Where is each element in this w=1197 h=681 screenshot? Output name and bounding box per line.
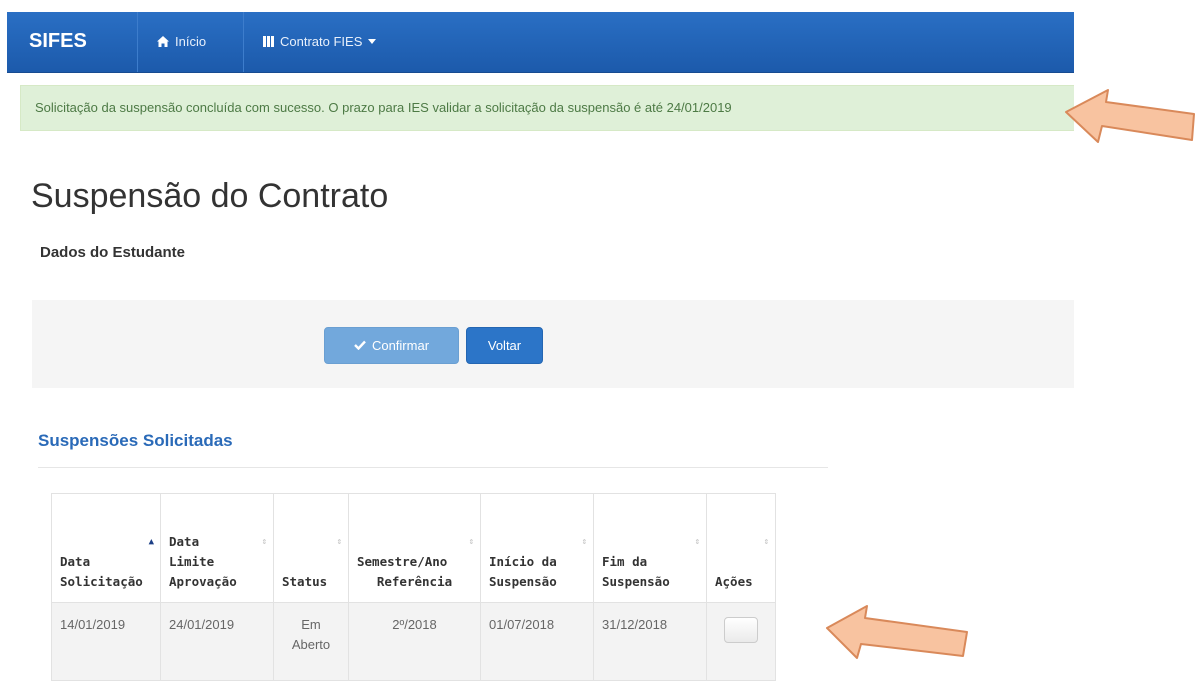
caret-down-icon (368, 39, 377, 44)
header-text: Suspensão (602, 574, 670, 589)
back-button-label: Voltar (487, 338, 522, 353)
success-alert: Solicitação da suspensão concluída com s… (20, 85, 1074, 131)
table-row: 14/01/2019 24/01/2019 Em Aberto 2º/2018 … (51, 602, 776, 681)
brand-logo[interactable]: SIFES (29, 30, 87, 53)
header-text: Fim da (602, 554, 648, 569)
nav-home-label: Início (175, 34, 207, 49)
annotation-arrow-icon (826, 605, 968, 659)
header-text: Aprovação (169, 574, 237, 589)
action-panel (32, 300, 1074, 388)
header-text: Solicitação (60, 574, 143, 589)
sort-icon[interactable]: ⇕ (262, 532, 267, 552)
confirm-button[interactable]: Confirmar (324, 327, 459, 364)
nav-contract-dropdown[interactable]: Contrato FIES (263, 34, 377, 49)
header-text: Data (169, 534, 200, 549)
column-header-inicio[interactable]: Início da Suspensão ⇕ (480, 493, 594, 603)
sort-icon[interactable]: ⇕ (582, 532, 587, 552)
requests-table-wrapper: Data Solicitação ▲ Data Limite Aprovação… (51, 493, 776, 681)
columns-icon (263, 36, 274, 47)
header-text: Limite (169, 554, 215, 569)
success-alert-message: Solicitação da suspensão concluída com s… (35, 100, 732, 115)
annotation-arrow-icon (1065, 89, 1195, 143)
header-text: Semestre/Ano (357, 554, 448, 569)
nav-home-link[interactable]: Início (157, 34, 206, 49)
column-header-data-limite[interactable]: Data Limite Aprovação ⇕ (160, 493, 274, 603)
header-text: Data (60, 554, 91, 569)
cell-fim: 31/12/2018 (593, 602, 707, 681)
back-button[interactable]: Voltar (466, 327, 543, 364)
table-header-row: Data Solicitação ▲ Data Limite Aprovação… (51, 493, 776, 603)
header-text: Suspensão (489, 574, 557, 589)
nav-divider (137, 12, 138, 72)
sort-icon[interactable]: ⇕ (695, 532, 700, 552)
sort-icon[interactable]: ⇕ (469, 532, 474, 552)
check-icon (354, 338, 366, 353)
nav-contract-label: Contrato FIES (280, 34, 363, 49)
page-title: Suspensão do Contrato (31, 177, 389, 215)
sort-icon[interactable]: ⇕ (337, 532, 342, 552)
nav-divider (243, 12, 244, 72)
column-header-data-solicitacao[interactable]: Data Solicitação ▲ (51, 493, 161, 603)
column-header-acoes[interactable]: Ações ⇕ (706, 493, 776, 603)
column-header-semestre[interactable]: Semestre/Ano Referência ⇕ (348, 493, 481, 603)
cell-semestre: 2º/2018 (348, 602, 481, 681)
header-text: Referência (376, 574, 453, 589)
header-text: Status (282, 574, 328, 589)
requests-heading: Suspensões Solicitadas (38, 431, 233, 450)
column-header-status[interactable]: Status ⇕ (273, 493, 349, 603)
confirm-button-label: Confirmar (371, 338, 430, 353)
status-text: Em (301, 617, 321, 632)
section-divider (38, 467, 828, 468)
top-navbar: SIFES Início Contrato FIES (7, 12, 1074, 73)
cell-status: Em Aberto (273, 602, 349, 681)
status-text: Aberto (291, 637, 331, 652)
home-icon (157, 36, 169, 47)
student-data-heading: Dados do Estudante (40, 244, 186, 261)
column-header-fim[interactable]: Fim da Suspensão ⇕ (593, 493, 707, 603)
sort-asc-icon[interactable]: ▲ (149, 532, 154, 552)
header-text: Ações (715, 574, 753, 589)
cell-inicio: 01/07/2018 (480, 602, 594, 681)
sort-icon[interactable]: ⇕ (764, 532, 769, 552)
requests-table: Data Solicitação ▲ Data Limite Aprovação… (51, 493, 776, 681)
row-action-button[interactable] (724, 617, 758, 643)
cell-acoes (706, 602, 776, 681)
cell-data-solicitacao: 14/01/2019 (51, 602, 161, 681)
cell-data-limite: 24/01/2019 (160, 602, 274, 681)
header-text: Início da (489, 554, 557, 569)
